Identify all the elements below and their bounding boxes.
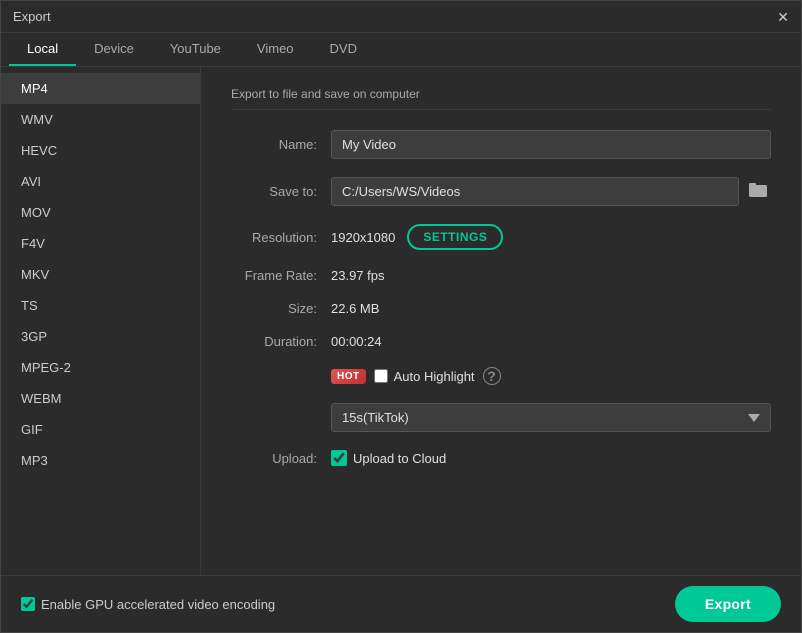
upload-to-cloud-label: Upload to Cloud xyxy=(353,451,446,466)
export-window: Export ✕ Local Device YouTube Vimeo DVD … xyxy=(0,0,802,633)
size-value: 22.6 MB xyxy=(331,301,379,316)
tiktok-dropdown-row: 15s(TikTok) 60s(TikTok) 30s(Instagram) 6… xyxy=(231,403,771,432)
duration-row: Duration: 00:00:24 xyxy=(231,334,771,349)
settings-button[interactable]: SETTINGS xyxy=(407,224,503,250)
resolution-control: 1920x1080 SETTINGS xyxy=(331,224,771,250)
main-panel: Export to file and save on computer Name… xyxy=(201,67,801,575)
section-title: Export to file and save on computer xyxy=(231,87,771,110)
sidebar-item-mkv[interactable]: MKV xyxy=(1,259,200,290)
sidebar-item-mp3[interactable]: MP3 xyxy=(1,445,200,476)
auto-highlight-checkbox[interactable] xyxy=(374,369,388,383)
tab-vimeo[interactable]: Vimeo xyxy=(239,33,312,66)
window-title: Export xyxy=(13,9,51,24)
tab-youtube[interactable]: YouTube xyxy=(152,33,239,66)
frame-rate-value: 23.97 fps xyxy=(331,268,385,283)
close-button[interactable]: ✕ xyxy=(777,10,789,24)
sidebar-item-gif[interactable]: GIF xyxy=(1,414,200,445)
auto-highlight-row: HOT Auto Highlight ? xyxy=(231,367,771,385)
sidebar-item-f4v[interactable]: F4V xyxy=(1,228,200,259)
sidebar-item-ts[interactable]: TS xyxy=(1,290,200,321)
save-to-control xyxy=(331,177,771,206)
title-bar: Export ✕ xyxy=(1,1,801,33)
duration-label: Duration: xyxy=(231,334,331,349)
gpu-encoding-label[interactable]: Enable GPU accelerated video encoding xyxy=(21,597,275,612)
name-label: Name: xyxy=(231,137,331,152)
upload-to-cloud-checkbox[interactable] xyxy=(331,450,347,466)
folder-browse-button[interactable] xyxy=(745,177,771,206)
save-to-label: Save to: xyxy=(231,184,331,199)
sidebar-item-mov[interactable]: MOV xyxy=(1,197,200,228)
sidebar-item-wmv[interactable]: WMV xyxy=(1,104,200,135)
size-label: Size: xyxy=(231,301,331,316)
content-area: MP4 WMV HEVC AVI MOV F4V MKV TS 3GP MPEG… xyxy=(1,67,801,575)
auto-highlight-control: HOT Auto Highlight ? xyxy=(331,367,771,385)
gpu-encoding-checkbox[interactable] xyxy=(21,597,35,611)
resolution-row: Resolution: 1920x1080 SETTINGS xyxy=(231,224,771,250)
sidebar-item-3gp[interactable]: 3GP xyxy=(1,321,200,352)
hot-badge: HOT xyxy=(331,369,366,384)
sidebar-item-mp4[interactable]: MP4 xyxy=(1,73,200,104)
name-input[interactable] xyxy=(331,130,771,159)
auto-highlight-text: Auto Highlight xyxy=(394,369,475,384)
tab-dvd[interactable]: DVD xyxy=(312,33,375,66)
save-to-input[interactable] xyxy=(331,177,739,206)
upload-row: Upload: Upload to Cloud xyxy=(231,450,771,466)
tab-device[interactable]: Device xyxy=(76,33,152,66)
name-row: Name: xyxy=(231,130,771,159)
auto-highlight-label[interactable]: Auto Highlight xyxy=(374,369,475,384)
duration-control: 00:00:24 xyxy=(331,334,771,349)
tab-local[interactable]: Local xyxy=(9,33,76,66)
frame-rate-row: Frame Rate: 23.97 fps xyxy=(231,268,771,283)
size-control: 22.6 MB xyxy=(331,301,771,316)
gpu-encoding-text: Enable GPU accelerated video encoding xyxy=(41,597,275,612)
sidebar-item-avi[interactable]: AVI xyxy=(1,166,200,197)
export-button[interactable]: Export xyxy=(675,586,781,622)
save-to-row: Save to: xyxy=(231,177,771,206)
name-control xyxy=(331,130,771,159)
size-row: Size: 22.6 MB xyxy=(231,301,771,316)
help-icon[interactable]: ? xyxy=(483,367,501,385)
sidebar-item-webm[interactable]: WEBM xyxy=(1,383,200,414)
resolution-value: 1920x1080 xyxy=(331,230,395,245)
sidebar-item-hevc[interactable]: HEVC xyxy=(1,135,200,166)
sidebar-item-mpeg2[interactable]: MPEG-2 xyxy=(1,352,200,383)
format-sidebar: MP4 WMV HEVC AVI MOV F4V MKV TS 3GP MPEG… xyxy=(1,67,201,575)
upload-label: Upload: xyxy=(231,451,331,466)
frame-rate-label: Frame Rate: xyxy=(231,268,331,283)
tiktok-duration-select[interactable]: 15s(TikTok) 60s(TikTok) 30s(Instagram) 6… xyxy=(331,403,771,432)
upload-control: Upload to Cloud xyxy=(331,450,771,466)
bottom-bar: Enable GPU accelerated video encoding Ex… xyxy=(1,575,801,632)
resolution-label: Resolution: xyxy=(231,230,331,245)
frame-rate-control: 23.97 fps xyxy=(331,268,771,283)
tab-bar: Local Device YouTube Vimeo DVD xyxy=(1,33,801,67)
tiktok-dropdown-control: 15s(TikTok) 60s(TikTok) 30s(Instagram) 6… xyxy=(331,403,771,432)
duration-value: 00:00:24 xyxy=(331,334,382,349)
